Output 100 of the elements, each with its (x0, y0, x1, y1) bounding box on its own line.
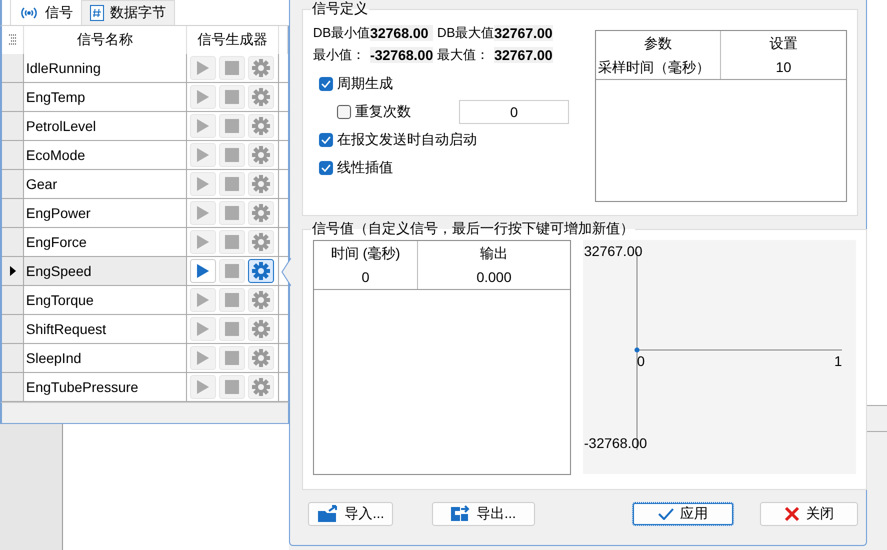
play-icon (196, 379, 210, 395)
stop-button[interactable] (219, 259, 245, 283)
checkbox[interactable] (319, 133, 333, 147)
checkbox[interactable] (319, 161, 333, 175)
table-cell-text: 0.000 (475, 268, 513, 287)
axis-tick-label: -32768.00 (584, 435, 648, 451)
play-button[interactable] (190, 259, 216, 283)
play-icon (196, 176, 210, 192)
stop-button[interactable] (219, 346, 245, 370)
table-row[interactable]: EngPower (2, 199, 288, 228)
stop-icon (225, 235, 239, 249)
checkmark-icon (658, 508, 674, 520)
checkbox[interactable] (337, 105, 351, 119)
play-button[interactable] (190, 288, 216, 312)
import-button[interactable]: 导入... (308, 502, 393, 526)
stop-button[interactable] (219, 230, 245, 254)
column-header: 信号生成器 (187, 26, 279, 54)
table-row[interactable]: EngSpeed (2, 257, 288, 286)
export-button[interactable]: 导出... (432, 502, 535, 526)
play-button[interactable] (190, 114, 216, 138)
stop-button[interactable] (219, 201, 245, 225)
column-header: 时间 (毫秒) (314, 241, 418, 265)
row-header-icon[interactable] (8, 34, 16, 46)
table-row[interactable]: EcoMode (2, 141, 288, 170)
play-icon (196, 350, 210, 366)
play-icon (196, 263, 210, 279)
stop-button[interactable] (219, 143, 245, 167)
play-button[interactable] (190, 143, 216, 167)
table-row[interactable]: EngTemp (2, 83, 288, 112)
limit-value: 32767.00 (494, 47, 553, 63)
column-header: 输出 (479, 244, 509, 263)
checkmark-icon (321, 164, 331, 172)
table-row[interactable]: ShiftRequest (2, 315, 288, 344)
table-row[interactable]: Gear (2, 170, 288, 199)
column-header: 设置 (768, 34, 798, 53)
stop-icon (225, 264, 239, 278)
checkmark-icon (321, 80, 331, 88)
table-cell: EngTorque (24, 286, 187, 314)
table-cell: EngTubePressure (24, 373, 187, 401)
stop-button[interactable] (219, 375, 245, 399)
table-cell-text: 10 (774, 58, 792, 77)
checkbox-label: 重复次数 (355, 103, 411, 121)
stop-button[interactable] (219, 85, 245, 109)
play-button[interactable] (190, 172, 216, 196)
stop-icon (225, 380, 239, 394)
table-cell: ShiftRequest (24, 315, 187, 343)
table-cell: 0 (314, 265, 418, 289)
limit-value: -32768.00 (370, 47, 434, 63)
table-row[interactable]: EngTubePressure (2, 373, 288, 402)
checkbox-label: 在报文发送时自动启动 (337, 131, 477, 149)
play-button[interactable] (190, 85, 216, 109)
table-row[interactable]: IdleRunning (2, 54, 288, 83)
gear-icon (252, 88, 270, 106)
input-field[interactable]: 0 (459, 100, 569, 124)
axis-tick-label: 32767.00 (584, 243, 642, 259)
stop-icon (225, 61, 239, 75)
gear-icon (252, 117, 270, 135)
settings-button[interactable] (248, 259, 274, 283)
table-cell: PetrolLevel (24, 112, 187, 140)
gear-icon (252, 378, 270, 396)
play-button[interactable] (190, 346, 216, 370)
gear-icon (252, 320, 270, 338)
table-row[interactable]: PetrolLevel (2, 112, 288, 141)
table-cell: EngSpeed (24, 257, 187, 285)
play-button[interactable] (190, 317, 216, 341)
table-cell: IdleRunning (24, 54, 187, 82)
stop-icon (225, 351, 239, 365)
checkbox[interactable] (319, 77, 333, 91)
stop-icon (225, 90, 239, 104)
table-cell: EngPower (24, 199, 187, 227)
stop-icon (225, 206, 239, 220)
checkbox-label: 线性插值 (337, 159, 393, 177)
play-icon (196, 205, 210, 221)
stop-button[interactable] (219, 172, 245, 196)
stop-button[interactable] (219, 56, 245, 80)
table-row[interactable]: EngTorque (2, 286, 288, 315)
table-cell: 采样时间（毫秒） (596, 55, 721, 79)
column-header: 信号名称 (24, 26, 187, 54)
stop-button[interactable] (219, 114, 245, 138)
table-cell: Gear (24, 170, 187, 198)
tab[interactable]: 数据字节 (81, 0, 175, 25)
close-button[interactable]: 关闭 (760, 502, 858, 526)
stop-button[interactable] (219, 317, 245, 341)
apply-button[interactable]: 应用 (632, 502, 734, 526)
play-button[interactable] (190, 375, 216, 399)
play-button[interactable] (190, 201, 216, 225)
stop-icon (225, 293, 239, 307)
play-button[interactable] (190, 230, 216, 254)
current-row-icon (10, 266, 16, 276)
table-row[interactable]: SleepInd (2, 344, 288, 373)
hash-icon (90, 5, 104, 21)
limit-value: 32767.00 (494, 25, 553, 41)
stop-icon (225, 322, 239, 336)
axis-tick-label: 0 (637, 353, 645, 369)
row-header[interactable] (2, 257, 24, 285)
play-button[interactable] (190, 56, 216, 80)
table-row[interactable]: EngForce (2, 228, 288, 257)
stop-button[interactable] (219, 288, 245, 312)
play-icon (196, 60, 210, 76)
play-icon (196, 234, 210, 250)
